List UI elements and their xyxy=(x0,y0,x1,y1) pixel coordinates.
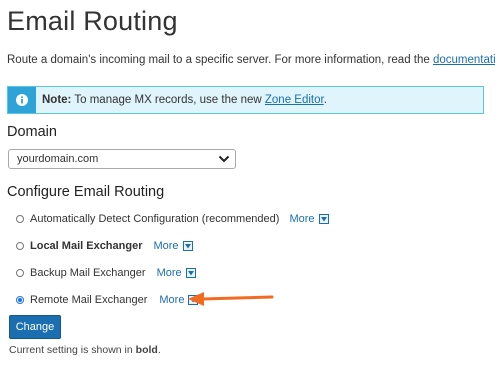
chevron-down-icon xyxy=(182,241,193,251)
domain-label: Domain xyxy=(7,124,57,140)
info-icon xyxy=(8,87,36,113)
option-remote[interactable]: Remote Mail Exchanger More xyxy=(16,294,199,306)
more-label: More xyxy=(289,213,315,225)
notice-body: To manage MX records, use the new xyxy=(74,94,262,106)
notice-end: . xyxy=(323,94,327,106)
arrow-left-icon xyxy=(188,292,274,306)
option-auto-detect-label: Automatically Detect Configuration (reco… xyxy=(30,213,280,225)
option-backup-label: Backup Mail Exchanger xyxy=(30,267,146,279)
footnote-bold: bold xyxy=(135,344,158,356)
option-remote-label: Remote Mail Exchanger xyxy=(30,294,148,306)
more-auto-detect[interactable]: More xyxy=(289,213,329,225)
notice-label: Note: xyxy=(42,94,72,106)
footnote-text: Current setting is shown in xyxy=(9,344,133,356)
chevron-down-icon xyxy=(218,155,230,163)
footnote: Current setting is shown in bold. xyxy=(9,344,161,356)
page-title: Email Routing xyxy=(7,6,178,36)
option-auto-detect[interactable]: Automatically Detect Configuration (reco… xyxy=(16,213,329,225)
radio-backup[interactable] xyxy=(16,269,24,277)
option-backup[interactable]: Backup Mail Exchanger More xyxy=(16,267,196,279)
info-notice: Note: To manage MX records, use the new … xyxy=(7,86,484,114)
more-label: More xyxy=(159,294,185,306)
more-label: More xyxy=(156,267,182,279)
intro-text: Route a domain's incoming mail to a spec… xyxy=(7,54,495,66)
domain-select-value: yourdomain.com xyxy=(17,153,99,165)
option-local-label: Local Mail Exchanger xyxy=(30,240,143,252)
chevron-down-icon xyxy=(185,268,196,278)
radio-auto-detect[interactable] xyxy=(16,215,24,223)
change-button[interactable]: Change xyxy=(9,315,61,339)
documentation-link[interactable]: documentation xyxy=(433,54,495,66)
intro-text-body: Route a domain's incoming mail to a spec… xyxy=(7,54,430,66)
radio-local[interactable] xyxy=(16,242,24,250)
configure-routing-label: Configure Email Routing xyxy=(7,184,165,200)
more-local[interactable]: More xyxy=(153,240,193,252)
footnote-end: . xyxy=(157,344,161,356)
more-label: More xyxy=(153,240,179,252)
notice-text: Note: To manage MX records, use the new … xyxy=(42,94,327,106)
domain-select[interactable]: yourdomain.com xyxy=(8,149,236,169)
more-backup[interactable]: More xyxy=(157,267,196,279)
radio-remote[interactable] xyxy=(16,296,24,304)
chevron-down-icon xyxy=(318,214,329,224)
option-local[interactable]: Local Mail Exchanger More xyxy=(16,240,193,252)
zone-editor-link[interactable]: Zone Editor xyxy=(265,94,324,106)
